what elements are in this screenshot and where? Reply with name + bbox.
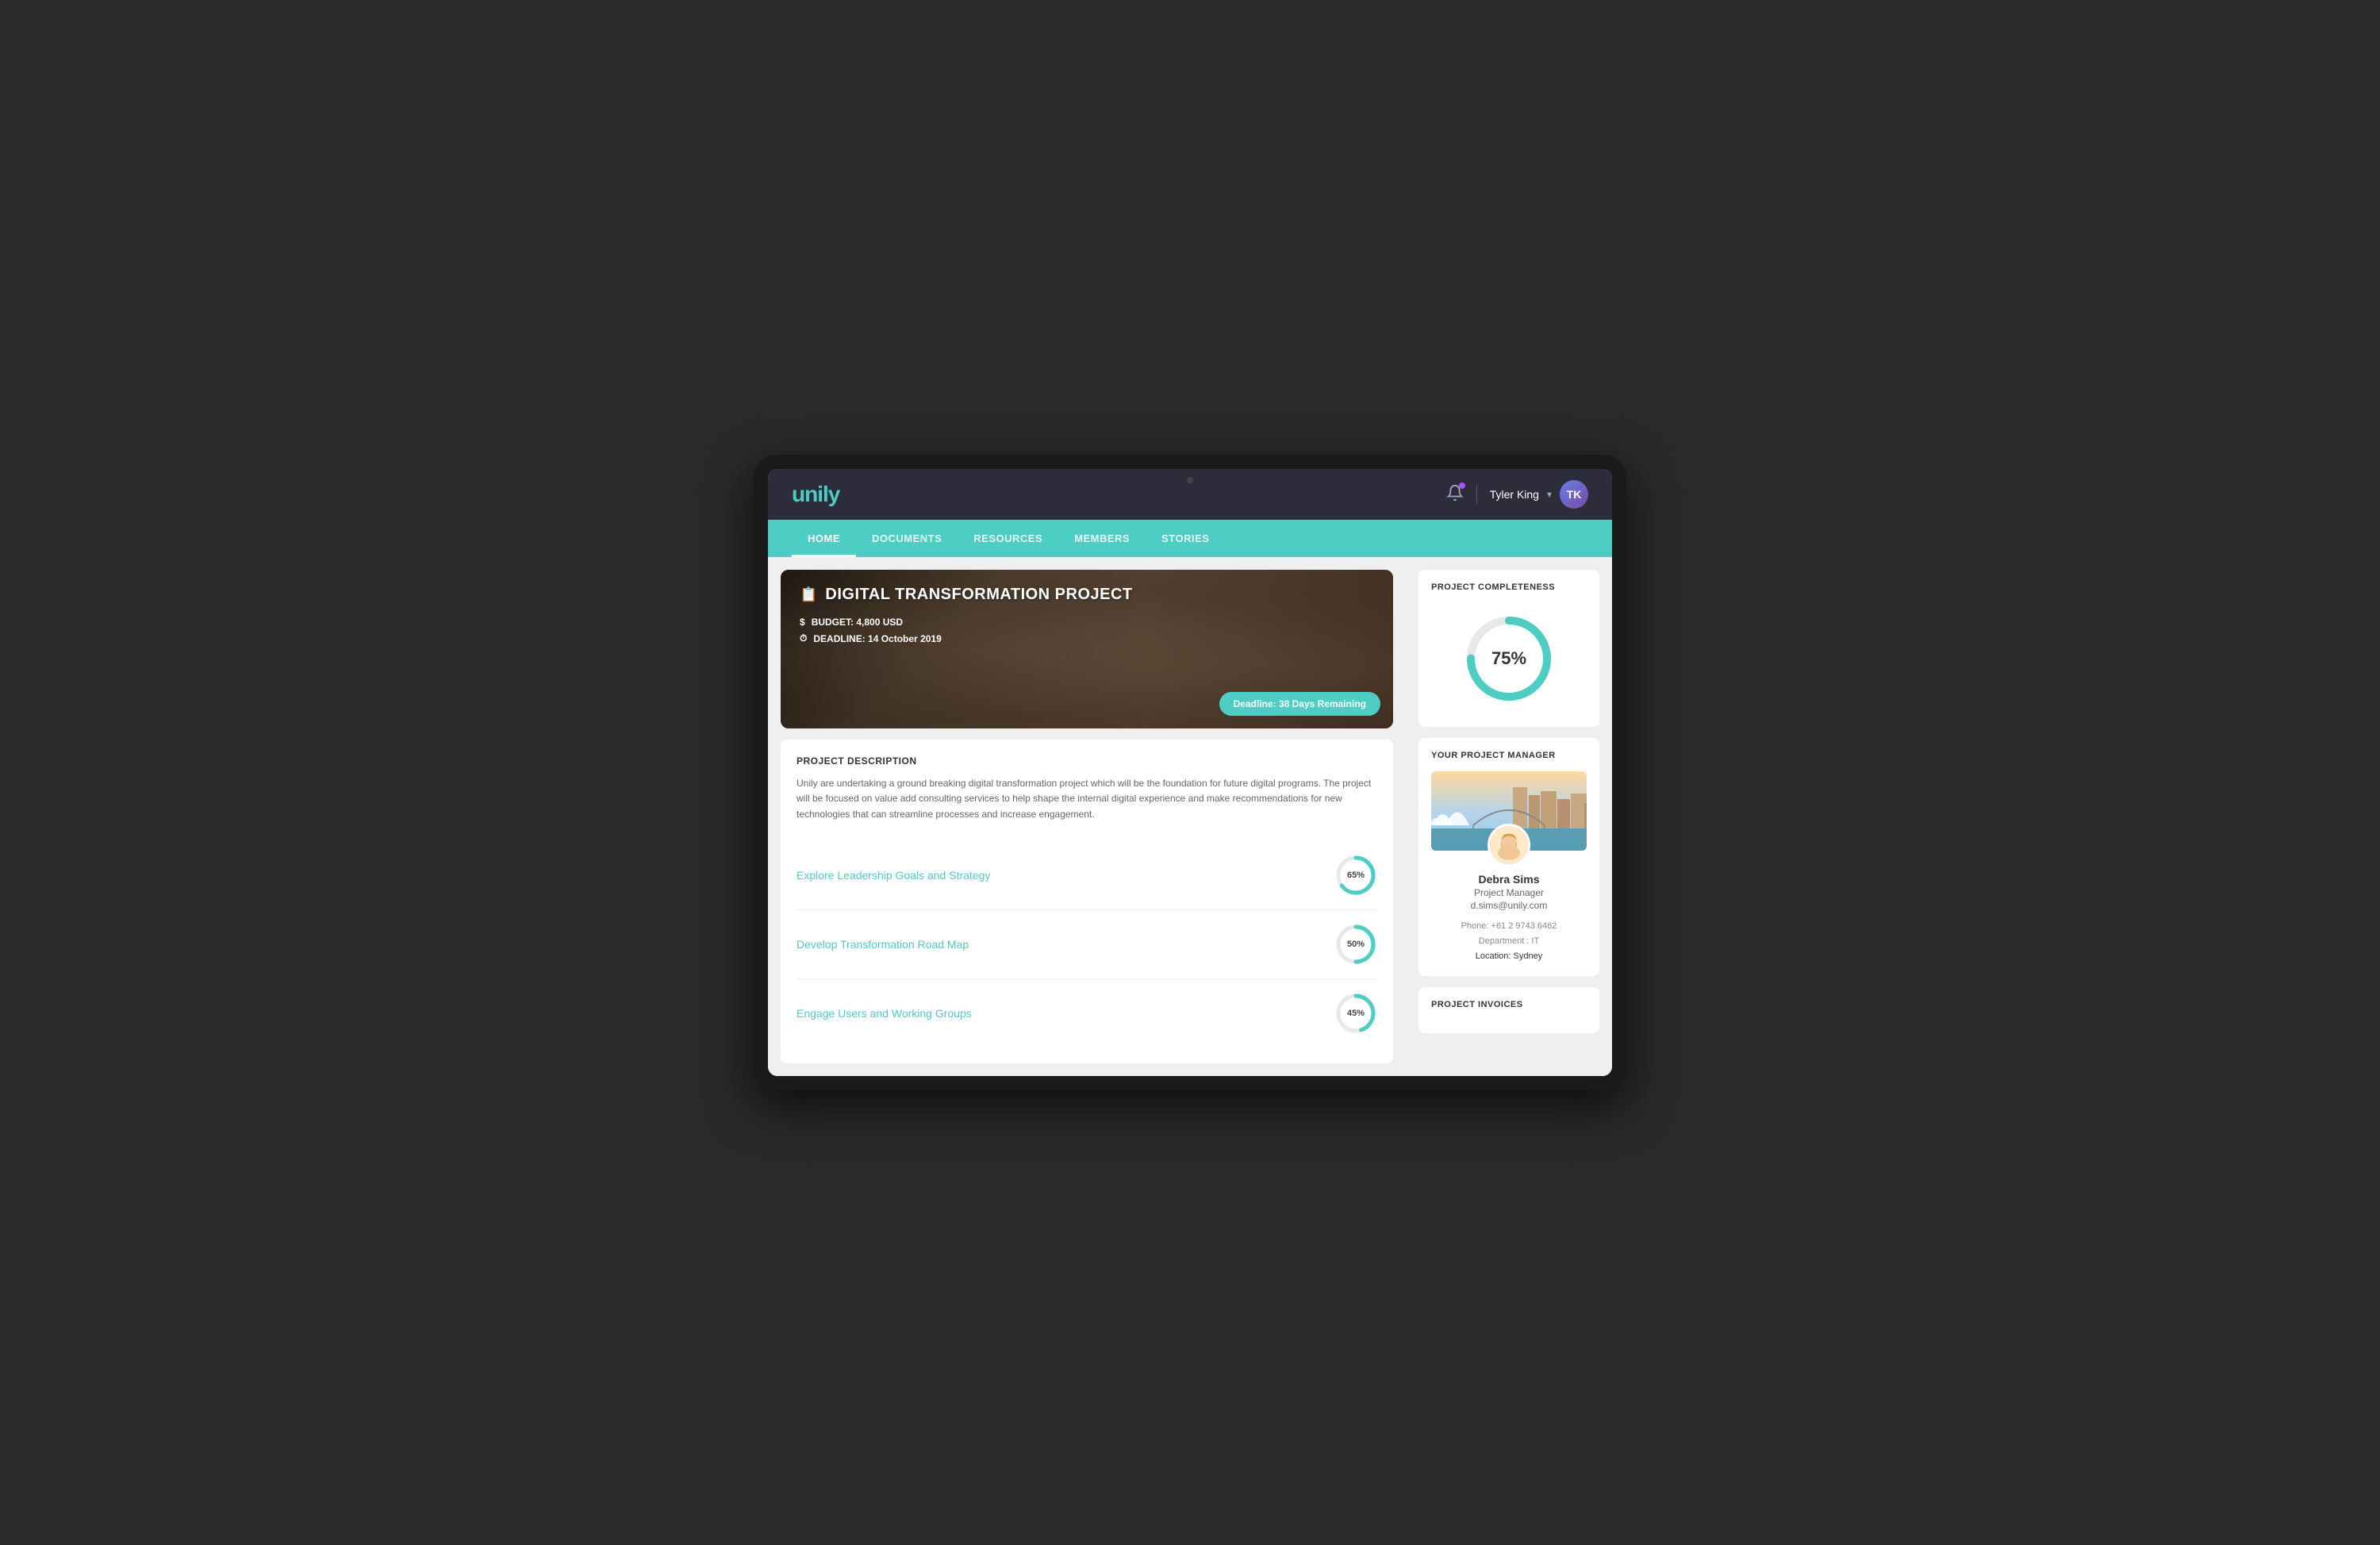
clock-icon: ⏱ — [800, 632, 807, 644]
pm-department: Department : IT — [1431, 934, 1587, 949]
hero-budget: $ BUDGET: 4,800 USD — [800, 617, 1374, 628]
hero-title-row: 📋 DIGITAL TRANSFORMATION PROJECT — [800, 586, 1374, 604]
pm-phone: Phone: +61 2 9743 6462 — [1431, 919, 1587, 934]
completeness-card: PROJECT COMPLETENESS 75% — [1418, 570, 1599, 727]
completeness-percent: 75% — [1461, 611, 1557, 706]
project-card: PROJECT DESCRIPTION Unily are undertakin… — [781, 740, 1393, 1063]
nav-item-home[interactable]: HOME — [792, 520, 856, 557]
goal-percent-1: 65% — [1334, 854, 1377, 897]
header-divider — [1476, 485, 1477, 504]
hero-title: DIGITAL TRANSFORMATION PROJECT — [825, 586, 1132, 604]
logo-text: unily — [792, 482, 839, 506]
completeness-title: PROJECT COMPLETENESS — [1431, 582, 1587, 592]
invoices-title: PROJECT INVOICES — [1431, 1000, 1587, 1009]
header-right: Tyler King ▾ TK — [1446, 480, 1588, 509]
project-manager-title: YOUR PROJECT MANAGER — [1431, 751, 1587, 760]
user-avatar: TK — [1560, 480, 1588, 509]
pm-name: Debra Sims — [1431, 873, 1587, 886]
goal-item-1[interactable]: Explore Leadership Goals and Strategy 65… — [797, 841, 1377, 910]
logo: unily — [792, 482, 839, 507]
hero-deadline: ⏱ DEADLINE: 14 October 2019 — [800, 632, 1374, 644]
invoices-card: PROJECT INVOICES — [1418, 987, 1599, 1033]
avatar-initials: TK — [1567, 488, 1582, 501]
description-title: PROJECT DESCRIPTION — [797, 755, 1377, 767]
goal-label-2: Develop Transformation Road Map — [797, 938, 969, 951]
header: unily Tyler King ▾ TK — [768, 469, 1612, 520]
nav-item-members[interactable]: MEMBERS — [1058, 520, 1146, 557]
pm-email: d.sims@unily.com — [1431, 900, 1587, 911]
screen: unily Tyler King ▾ TK — [768, 469, 1612, 1076]
goal-label-1: Explore Leadership Goals and Strategy — [797, 869, 990, 882]
goal-item-2[interactable]: Develop Transformation Road Map 50% — [797, 910, 1377, 979]
right-column: PROJECT COMPLETENESS 75% YOUR PROJEC — [1406, 557, 1612, 1076]
nav-item-stories[interactable]: STORIES — [1146, 520, 1225, 557]
hero-meta: $ BUDGET: 4,800 USD ⏱ DEADLINE: 14 Octob… — [800, 617, 1374, 644]
nav-item-resources[interactable]: RESOURCES — [958, 520, 1058, 557]
completeness-donut: 75% — [1461, 611, 1557, 706]
goal-donut-1: 65% — [1334, 854, 1377, 897]
pm-image-container — [1431, 771, 1587, 851]
left-column: 📋 DIGITAL TRANSFORMATION PROJECT $ BUDGE… — [768, 557, 1406, 1076]
device-frame: unily Tyler King ▾ TK — [754, 455, 1626, 1090]
clipboard-icon: 📋 — [800, 586, 817, 603]
deadline-badge: Deadline: 38 Days Remaining — [1219, 692, 1380, 716]
chevron-down-icon: ▾ — [1547, 489, 1552, 500]
pm-location: Location: Sydney — [1431, 949, 1587, 964]
notification-dot — [1459, 482, 1465, 489]
user-profile-button[interactable]: Tyler King ▾ TK — [1490, 480, 1588, 509]
pm-details: Phone: +61 2 9743 6462 Department : IT L… — [1431, 919, 1587, 963]
goal-percent-3: 45% — [1334, 992, 1377, 1035]
notification-button[interactable] — [1446, 484, 1464, 505]
goal-percent-2: 50% — [1334, 923, 1377, 966]
goal-label-3: Engage Users and Working Groups — [797, 1007, 972, 1020]
navigation: HOME DOCUMENTS RESOURCES MEMBERS STORIES — [768, 520, 1612, 557]
main-content: 📋 DIGITAL TRANSFORMATION PROJECT $ BUDGE… — [768, 557, 1612, 1076]
project-manager-card: YOUR PROJECT MANAGER — [1418, 738, 1599, 976]
completeness-donut-container: 75% — [1431, 603, 1587, 714]
goal-donut-2: 50% — [1334, 923, 1377, 966]
user-name: Tyler King — [1490, 488, 1539, 501]
pm-avatar — [1488, 824, 1530, 867]
hero-banner: 📋 DIGITAL TRANSFORMATION PROJECT $ BUDGE… — [781, 570, 1393, 728]
description-text: Unily are undertaking a ground breaking … — [797, 776, 1377, 822]
goal-donut-3: 45% — [1334, 992, 1377, 1035]
pm-info: Debra Sims Project Manager d.sims@unily.… — [1431, 873, 1587, 963]
pm-role: Project Manager — [1431, 887, 1587, 898]
goal-item-3[interactable]: Engage Users and Working Groups 45% — [797, 979, 1377, 1047]
nav-item-documents[interactable]: DOCUMENTS — [856, 520, 958, 557]
pm-location-value: Sydney — [1514, 951, 1543, 961]
dollar-icon: $ — [800, 617, 805, 628]
